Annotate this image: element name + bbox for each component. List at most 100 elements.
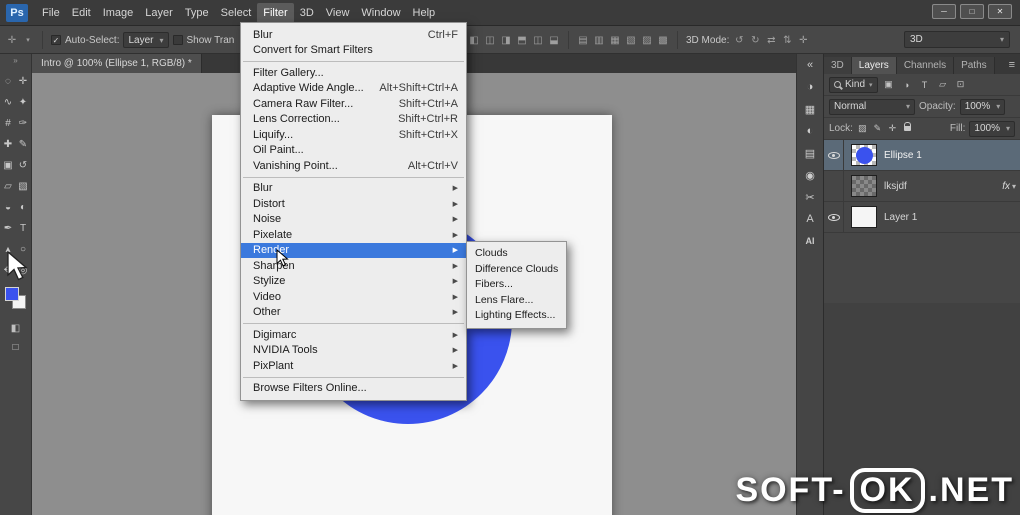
filter-menu-item-blur-last[interactable]: Blur Ctrl+F: [241, 27, 466, 43]
lock-transparent-pixels-icon[interactable]: ▨: [857, 123, 868, 134]
3d-rotate-icon[interactable]: ↺: [733, 35, 745, 46]
eraser-tool[interactable]: ▱: [1, 179, 16, 193]
filter-menu-item-liquify[interactable]: Liquify... Shift+Ctrl+X: [241, 127, 466, 143]
panel-menu-icon[interactable]: ≡: [1004, 56, 1020, 74]
quick-selection-tool[interactable]: ✦: [16, 95, 31, 109]
filter-type-layers-icon[interactable]: T: [918, 80, 932, 90]
marquee-tool[interactable]: ◌: [1, 74, 16, 88]
visibility-toggle[interactable]: [824, 171, 844, 201]
move-tool[interactable]: ✛: [16, 74, 31, 88]
masks-panel-icon[interactable]: ◉: [797, 164, 823, 186]
tool-preset-arrow-icon[interactable]: ▾: [22, 36, 34, 44]
align-top-icon[interactable]: ⬒: [516, 35, 528, 46]
filter-menu-item-camera-raw[interactable]: Camera Raw Filter... Shift+Ctrl+A: [241, 96, 466, 112]
3d-scale-icon[interactable]: ✛: [797, 35, 809, 46]
eyedropper-tool[interactable]: ✑: [16, 116, 31, 130]
distribute-center-h-icon[interactable]: ▨: [641, 35, 653, 46]
fx-collapse-icon[interactable]: ▾: [1012, 182, 1016, 191]
distribute-bottom-icon[interactable]: ▦: [609, 35, 621, 46]
layer-thumbnail[interactable]: [851, 206, 877, 228]
auto-select-checkbox[interactable]: ✓: [51, 35, 61, 45]
3d-roll-icon[interactable]: ↻: [749, 35, 761, 46]
distribute-left-icon[interactable]: ▧: [625, 35, 637, 46]
blur-tool[interactable]: ◒: [1, 200, 16, 214]
menu-3d[interactable]: 3D: [294, 3, 320, 23]
filter-menu-item-convert-smart-filters[interactable]: Convert for Smart Filters: [241, 43, 466, 59]
align-left-icon[interactable]: ◧: [468, 35, 480, 46]
menu-image[interactable]: Image: [97, 3, 140, 23]
workspace-select[interactable]: 3D ▾: [904, 31, 1010, 48]
gradient-tool[interactable]: ▧: [16, 179, 31, 193]
align-center-v-icon[interactable]: ◫: [532, 35, 544, 46]
ai-panel-icon[interactable]: AI: [797, 230, 823, 252]
lock-position-icon[interactable]: ✛: [887, 123, 898, 134]
filter-menu-item-other[interactable]: Other ▶: [241, 305, 466, 321]
tab-3d[interactable]: 3D: [824, 57, 852, 74]
submenu-item-clouds[interactable]: Clouds: [467, 246, 566, 262]
layer-row-layer-1[interactable]: Layer 1: [824, 202, 1020, 233]
filter-menu-item-noise[interactable]: Noise ▶: [241, 212, 466, 228]
filter-menu-item-sharpen[interactable]: Sharpen ▶: [241, 258, 466, 274]
3d-slide-icon[interactable]: ⇅: [781, 35, 793, 46]
fx-badge[interactable]: fx: [1002, 181, 1010, 192]
lasso-tool[interactable]: ∿: [1, 95, 16, 109]
color-panel-icon[interactable]: ◑: [797, 76, 823, 98]
filter-menu-item-distort[interactable]: Distort ▶: [241, 196, 466, 212]
distribute-right-icon[interactable]: ▩: [657, 35, 669, 46]
swatches-panel-icon[interactable]: ▦: [797, 98, 823, 120]
distribute-center-v-icon[interactable]: ▥: [593, 35, 605, 46]
submenu-item-lens-flare[interactable]: Lens Flare...: [467, 293, 566, 309]
expand-panels-icon[interactable]: «: [797, 54, 823, 76]
filter-menu-item-blur-category[interactable]: Blur ▶: [241, 181, 466, 197]
type-tool[interactable]: T: [16, 221, 31, 235]
visibility-toggle[interactable]: [824, 140, 844, 170]
opacity-select[interactable]: 100% ▾: [959, 98, 1006, 115]
submenu-item-difference-clouds[interactable]: Difference Clouds: [467, 262, 566, 278]
filter-menu-item-pixplant[interactable]: PixPlant ▶: [241, 358, 466, 374]
clone-stamp-tool[interactable]: ▣: [1, 158, 16, 172]
tab-paths[interactable]: Paths: [954, 57, 995, 74]
align-bottom-icon[interactable]: ⬓: [548, 35, 560, 46]
document-tab[interactable]: Intro @ 100% (Ellipse 1, RGB/8) *: [32, 54, 202, 73]
3d-drag-icon[interactable]: ⇄: [765, 35, 777, 46]
layer-thumbnail[interactable]: [851, 175, 877, 197]
adjustments-panel-icon[interactable]: ◐: [797, 120, 823, 142]
slice-panel-icon[interactable]: ✂: [797, 186, 823, 208]
layer-row-lksjdf[interactable]: lksjdf fx ▾: [824, 171, 1020, 202]
menu-layer[interactable]: Layer: [139, 3, 179, 23]
maximize-button[interactable]: □: [960, 4, 984, 19]
move-tool-preset-icon[interactable]: ✛: [6, 35, 18, 46]
crop-tool[interactable]: #: [1, 116, 16, 130]
filter-menu-item-video[interactable]: Video ▶: [241, 289, 466, 305]
filter-menu-item-render[interactable]: Render ▶: [241, 242, 466, 258]
dodge-tool[interactable]: ◐: [16, 200, 31, 214]
menu-view[interactable]: View: [320, 3, 356, 23]
menu-type[interactable]: Type: [179, 3, 215, 23]
menu-select[interactable]: Select: [215, 3, 258, 23]
filter-menu-item-digimarc[interactable]: Digimarc ▶: [241, 327, 466, 343]
filter-adjustment-layers-icon[interactable]: ◑: [900, 80, 914, 90]
filter-menu-item-stylize[interactable]: Stylize ▶: [241, 274, 466, 290]
menu-window[interactable]: Window: [355, 3, 406, 23]
filter-menu-item-pixelate[interactable]: Pixelate ▶: [241, 227, 466, 243]
menu-help[interactable]: Help: [407, 3, 442, 23]
history-brush-tool[interactable]: ↺: [16, 158, 31, 172]
pen-tool[interactable]: ✒: [1, 221, 16, 235]
filter-menu-item-lens-correction[interactable]: Lens Correction... Shift+Ctrl+R: [241, 112, 466, 128]
filter-menu-item-adaptive-wide-angle[interactable]: Adaptive Wide Angle... Alt+Shift+Ctrl+A: [241, 81, 466, 97]
layer-thumbnail[interactable]: [851, 144, 877, 166]
tab-channels[interactable]: Channels: [896, 57, 955, 74]
visibility-toggle[interactable]: [824, 202, 844, 232]
filter-menu-item-browse-online[interactable]: Browse Filters Online...: [241, 381, 466, 397]
lock-image-pixels-icon[interactable]: ✎: [872, 123, 883, 134]
filter-smart-objects-icon[interactable]: ⊡: [954, 79, 968, 90]
filter-menu-item-filter-gallery[interactable]: Filter Gallery...: [241, 65, 466, 81]
auto-select-target-select[interactable]: Layer ▾: [123, 32, 169, 48]
align-right-icon[interactable]: ◨: [500, 35, 512, 46]
submenu-item-fibers[interactable]: Fibers...: [467, 277, 566, 293]
styles-panel-icon[interactable]: ▤: [797, 142, 823, 164]
menu-filter[interactable]: Filter: [257, 2, 294, 23]
show-transform-checkbox[interactable]: [172, 35, 183, 45]
filter-pixel-layers-icon[interactable]: ▣: [882, 79, 896, 90]
kind-filter-select[interactable]: Kind ▾: [829, 76, 878, 93]
